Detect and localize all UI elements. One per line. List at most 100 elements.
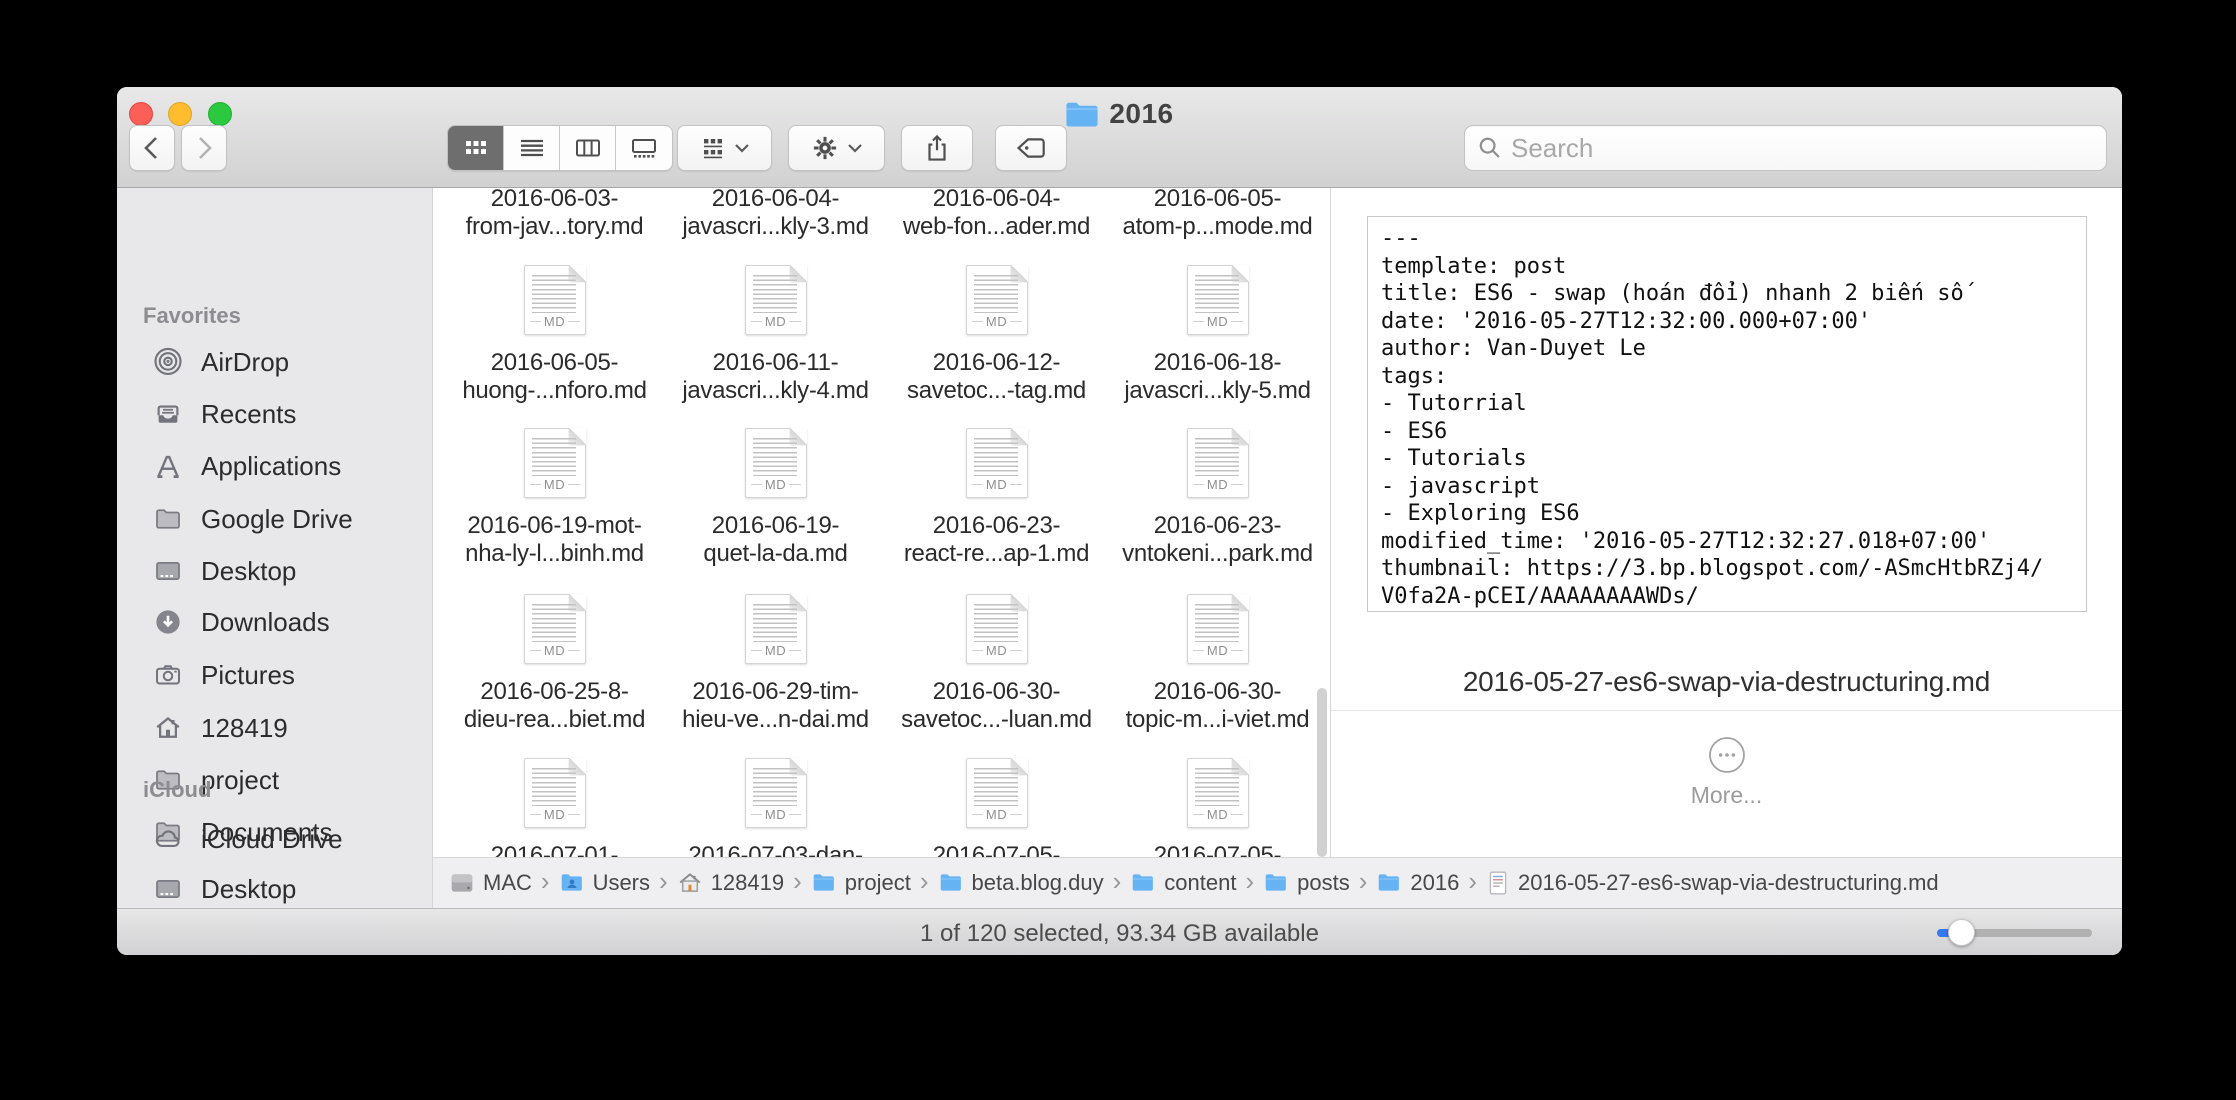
path-item-beta-blog-duy[interactable]: beta.blog.duy	[938, 870, 1104, 896]
path-separator: ›	[1468, 866, 1477, 897]
path-separator: ›	[1245, 866, 1254, 897]
sidebar-item-downloads[interactable]: Downloads	[117, 602, 432, 642]
path-item-2016[interactable]: 2016	[1376, 870, 1459, 896]
desktop-icon	[153, 874, 183, 904]
folder-icon	[1130, 870, 1156, 896]
md-file-icon: MD	[966, 265, 1028, 335]
path-separator: ›	[1359, 866, 1368, 897]
path-item-posts[interactable]: posts	[1263, 870, 1350, 896]
path-item-file[interactable]: 2016-05-27-es6-swap-via-destructuring.md	[1486, 870, 1939, 896]
cloud-icon	[153, 824, 183, 854]
md-file-icon: MD	[1187, 428, 1249, 498]
file-row: MD 2016-07-01- MD 2016-07-03-dan- MD 201…	[444, 758, 1328, 857]
file-item[interactable]: MD 2016-06-11-javascri...kly-4.md	[665, 265, 886, 405]
file-item[interactable]: MD 2016-07-05-	[886, 758, 1107, 857]
sidebar-item-pictures[interactable]: Pictures	[117, 655, 432, 695]
md-file-icon: MD	[1187, 265, 1249, 335]
md-file-icon: MD	[745, 428, 807, 498]
forward-button[interactable]	[181, 125, 227, 171]
divider	[1331, 710, 2122, 711]
file-item[interactable]: MD 2016-06-23-react-re...ap-1.md	[886, 428, 1107, 568]
md-file-icon: MD	[966, 594, 1028, 664]
chevron-left-icon	[141, 134, 163, 162]
file-icon	[1486, 870, 1510, 896]
path-separator: ›	[793, 866, 802, 897]
sidebar-section-icloud: iCloud	[143, 777, 211, 803]
recents-icon	[153, 399, 183, 429]
sidebar-section-favorites: Favorites	[143, 303, 241, 329]
file-item[interactable]: MD 2016-06-05-atom-p...mode.md	[1107, 188, 1328, 241]
search-icon	[1477, 135, 1503, 161]
sidebar-item-icloud-drive[interactable]: iCloud Drive	[117, 819, 432, 859]
md-file-icon: MD	[1187, 594, 1249, 664]
gallery-view-button[interactable]	[616, 126, 672, 170]
slider-thumb[interactable]	[1948, 919, 1975, 946]
file-item[interactable]: MD 2016-06-29-tim-hieu-ve...n-dai.md	[665, 594, 886, 734]
group-icon	[700, 135, 726, 161]
file-item[interactable]: MD 2016-06-30-savetoc...-luan.md	[886, 594, 1107, 734]
share-icon	[923, 133, 951, 163]
sidebar-item-home[interactable]: 128419	[117, 708, 432, 748]
file-item[interactable]: MD 2016-06-23-vntokeni...park.md	[1107, 428, 1328, 568]
file-item[interactable]: MD 2016-06-18-javascri...kly-5.md	[1107, 265, 1328, 405]
sidebar: Favorites AirDrop Recents Applications G…	[117, 188, 433, 908]
file-item[interactable]: MD 2016-06-04-javascri...kly-3.md	[665, 188, 886, 241]
file-item[interactable]: MD 2016-07-05-	[1107, 758, 1328, 857]
sidebar-item-airdrop[interactable]: AirDrop	[117, 342, 432, 382]
sidebar-item-google-drive[interactable]: Google Drive	[117, 499, 432, 539]
file-item[interactable]: MD 2016-06-19-quet-la-da.md	[665, 428, 886, 568]
icon-view-button[interactable]	[448, 126, 504, 170]
md-file-icon: MD	[745, 758, 807, 828]
airdrop-icon	[153, 347, 183, 377]
path-item-project[interactable]: project	[811, 870, 911, 896]
file-item[interactable]: MD 2016-07-03-dan-	[665, 758, 886, 857]
column-view-icon	[574, 136, 602, 160]
file-item[interactable]: MD 2016-06-03-from-jav...tory.md	[444, 188, 665, 241]
users-folder-icon	[559, 870, 585, 896]
title-bar: 2016	[117, 87, 2122, 188]
icon-size-slider[interactable]	[1937, 925, 2092, 940]
path-item-content[interactable]: content	[1130, 870, 1236, 896]
path-item-users[interactable]: Users	[559, 870, 650, 896]
file-item[interactable]: MD 2016-06-30-topic-m...i-viet.md	[1107, 594, 1328, 734]
pictures-icon	[153, 660, 183, 690]
file-preview: --- template: post title: ES6 - swap (ho…	[1367, 216, 2087, 612]
file-item[interactable]: MD 2016-06-25-8-dieu-rea...biet.md	[444, 594, 665, 734]
sidebar-item-applications[interactable]: Applications	[117, 446, 432, 486]
md-file-icon: MD	[1187, 758, 1249, 828]
desktop-icon	[153, 556, 183, 586]
file-row: MD 2016-06-03-from-jav...tory.md MD 2016…	[444, 188, 1328, 241]
share-button[interactable]	[901, 125, 973, 171]
sidebar-item-desktop[interactable]: Desktop	[117, 551, 432, 591]
file-item[interactable]: MD 2016-06-04-web-fon...ader.md	[886, 188, 1107, 241]
back-button[interactable]	[129, 125, 175, 171]
more-section[interactable]: More...	[1331, 736, 2122, 809]
search-input[interactable]	[1511, 133, 2094, 164]
file-item[interactable]: MD 2016-06-05-huong-...nforo.md	[444, 265, 665, 405]
md-file-icon: MD	[524, 594, 586, 664]
search-field[interactable]	[1464, 125, 2107, 171]
tag-icon	[1016, 136, 1046, 160]
downloads-icon	[153, 607, 183, 637]
group-button[interactable]	[677, 125, 772, 171]
sidebar-item-icloud-desktop[interactable]: Desktop	[117, 869, 432, 909]
column-view-button[interactable]	[560, 126, 616, 170]
folder-icon	[1376, 870, 1402, 896]
path-item-128419[interactable]: 128419	[677, 870, 784, 896]
file-item[interactable]: MD 2016-07-01-	[444, 758, 665, 857]
chevron-down-icon	[847, 143, 863, 154]
action-button[interactable]	[788, 125, 885, 171]
file-item[interactable]: MD 2016-06-19-mot-nha-ly-l...binh.md	[444, 428, 665, 568]
gallery-view-icon	[630, 136, 658, 160]
md-file-icon: MD	[966, 758, 1028, 828]
chevron-down-icon	[734, 143, 750, 154]
list-view-button[interactable]	[504, 126, 560, 170]
path-item-mac[interactable]: MAC	[449, 870, 532, 896]
file-item[interactable]: MD 2016-06-12-savetoc...-tag.md	[886, 265, 1107, 405]
tag-button[interactable]	[995, 125, 1067, 171]
folder-icon	[1263, 870, 1289, 896]
grid-scrollbar[interactable]	[1317, 688, 1327, 857]
md-file-icon: MD	[745, 265, 807, 335]
sidebar-item-recents[interactable]: Recents	[117, 394, 432, 434]
preview-filename: 2016-05-27-es6-swap-via-destructuring.md	[1331, 666, 2122, 698]
